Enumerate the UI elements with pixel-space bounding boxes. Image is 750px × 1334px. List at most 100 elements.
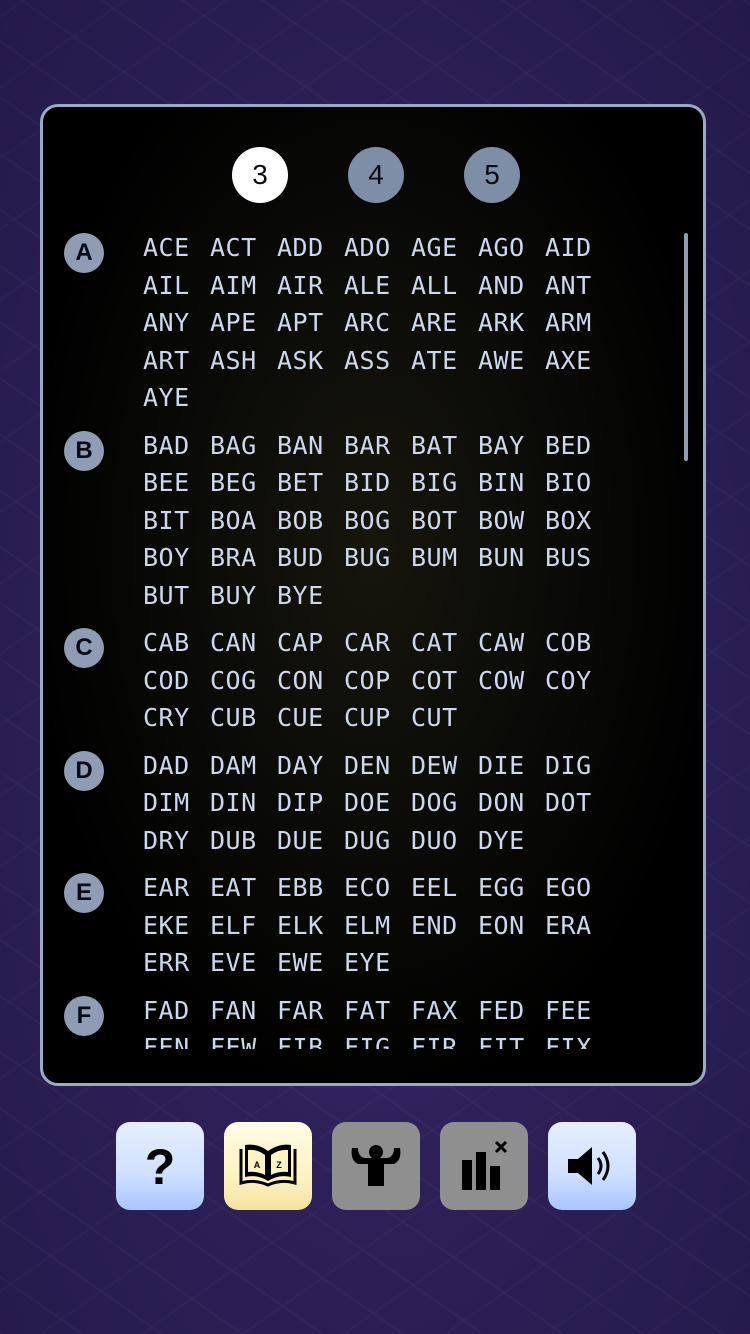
word-item[interactable]: EWE xyxy=(277,944,344,982)
word-item[interactable]: COW xyxy=(478,662,545,700)
scrollbar-thumb[interactable] xyxy=(684,233,688,461)
word-item[interactable]: ALE xyxy=(344,267,411,305)
word-item[interactable]: BUG xyxy=(344,539,411,577)
word-item[interactable]: BIT xyxy=(143,502,210,540)
word-item[interactable]: FAN xyxy=(210,992,277,1030)
word-item[interactable]: DUE xyxy=(277,822,344,860)
word-item[interactable]: BUY xyxy=(210,577,277,615)
word-item[interactable]: DRY xyxy=(143,822,210,860)
word-item[interactable]: BEG xyxy=(210,464,277,502)
word-item[interactable]: FAT xyxy=(344,992,411,1030)
word-item[interactable]: BAD xyxy=(143,427,210,465)
word-item[interactable]: FAD xyxy=(143,992,210,1030)
word-item[interactable]: BAR xyxy=(344,427,411,465)
word-item[interactable]: BIG xyxy=(411,464,478,502)
word-item[interactable]: AWE xyxy=(478,342,545,380)
word-item[interactable]: CUE xyxy=(277,699,344,737)
word-item[interactable]: ACE xyxy=(143,229,210,267)
word-item[interactable]: COG xyxy=(210,662,277,700)
word-item[interactable]: DEN xyxy=(344,747,411,785)
word-item[interactable]: BOY xyxy=(143,539,210,577)
word-item[interactable]: CAR xyxy=(344,624,411,662)
word-item[interactable]: DAM xyxy=(210,747,277,785)
word-item[interactable]: BOB xyxy=(277,502,344,540)
word-item[interactable]: ADD xyxy=(277,229,344,267)
word-item[interactable]: AXE xyxy=(545,342,612,380)
sound-button[interactable] xyxy=(548,1122,636,1210)
word-item[interactable]: ASK xyxy=(277,342,344,380)
word-item[interactable]: CUT xyxy=(411,699,478,737)
word-item[interactable]: BUS xyxy=(545,539,612,577)
word-item[interactable]: COT xyxy=(411,662,478,700)
word-item[interactable]: EVE xyxy=(210,944,277,982)
word-item[interactable]: FEE xyxy=(545,992,612,1030)
word-item[interactable]: BUN xyxy=(478,539,545,577)
word-item[interactable]: COD xyxy=(143,662,210,700)
word-item[interactable]: ELM xyxy=(344,907,411,945)
word-item[interactable]: EGO xyxy=(545,869,612,907)
word-item[interactable]: APT xyxy=(277,304,344,342)
word-item[interactable]: ASH xyxy=(210,342,277,380)
word-item[interactable]: CAP xyxy=(277,624,344,662)
word-item[interactable]: CAB xyxy=(143,624,210,662)
word-item[interactable]: EBB xyxy=(277,869,344,907)
stats-button[interactable] xyxy=(332,1122,420,1210)
word-item[interactable]: FEN xyxy=(143,1029,210,1049)
word-item[interactable]: ARC xyxy=(344,304,411,342)
word-item[interactable]: AND xyxy=(478,267,545,305)
word-item[interactable]: ARM xyxy=(545,304,612,342)
word-item[interactable]: ALL xyxy=(411,267,478,305)
word-item[interactable]: BOW xyxy=(478,502,545,540)
word-item[interactable]: AIR xyxy=(277,267,344,305)
word-item[interactable]: AGO xyxy=(478,229,545,267)
word-item[interactable]: BID xyxy=(344,464,411,502)
word-item[interactable]: DON xyxy=(478,784,545,822)
word-item[interactable]: FIR xyxy=(411,1029,478,1049)
word-list-scroll-area[interactable]: A ACE ACT ADD ADO AGE AGO AID AIL AIM AIR ALE ALL AND… xyxy=(43,229,663,1049)
word-item[interactable]: DOE xyxy=(344,784,411,822)
word-item[interactable]: BAN xyxy=(277,427,344,465)
word-item[interactable]: DUB xyxy=(210,822,277,860)
word-item[interactable]: ADO xyxy=(344,229,411,267)
word-item[interactable]: EAR xyxy=(143,869,210,907)
word-item[interactable]: FAX xyxy=(411,992,478,1030)
word-item[interactable]: FIT xyxy=(478,1029,545,1049)
word-item[interactable]: FIG xyxy=(344,1029,411,1049)
word-item[interactable]: CUB xyxy=(210,699,277,737)
word-item[interactable]: ECO xyxy=(344,869,411,907)
word-item[interactable]: BIN xyxy=(478,464,545,502)
word-item[interactable]: EEL xyxy=(411,869,478,907)
word-item[interactable]: ANY xyxy=(143,304,210,342)
word-item[interactable]: BUM xyxy=(411,539,478,577)
word-item[interactable]: FIX xyxy=(545,1029,612,1049)
word-item[interactable]: DIE xyxy=(478,747,545,785)
word-item[interactable]: DOT xyxy=(545,784,612,822)
word-item[interactable]: ERA xyxy=(545,907,612,945)
word-item[interactable]: AIL xyxy=(143,267,210,305)
word-item[interactable]: ART xyxy=(143,342,210,380)
word-item[interactable]: BAG xyxy=(210,427,277,465)
word-item[interactable]: CAN xyxy=(210,624,277,662)
word-item[interactable]: ATE xyxy=(411,342,478,380)
word-item[interactable]: BUT xyxy=(143,577,210,615)
word-item[interactable]: END xyxy=(411,907,478,945)
word-item[interactable]: BRA xyxy=(210,539,277,577)
word-item[interactable]: FAR xyxy=(277,992,344,1030)
word-item[interactable]: ELF xyxy=(210,907,277,945)
word-item[interactable]: DYE xyxy=(478,822,545,860)
word-item[interactable]: ASS xyxy=(344,342,411,380)
word-item[interactable]: CUP xyxy=(344,699,411,737)
word-item[interactable]: BOT xyxy=(411,502,478,540)
chart-button[interactable] xyxy=(440,1122,528,1210)
word-item[interactable]: ANT xyxy=(545,267,612,305)
word-item[interactable]: BAY xyxy=(478,427,545,465)
word-item[interactable]: BOX xyxy=(545,502,612,540)
word-item[interactable]: DIG xyxy=(545,747,612,785)
word-item[interactable]: DIP xyxy=(277,784,344,822)
word-item[interactable]: EGG xyxy=(478,869,545,907)
word-item[interactable]: BET xyxy=(277,464,344,502)
word-item[interactable]: COB xyxy=(545,624,612,662)
word-item[interactable]: FIB xyxy=(277,1029,344,1049)
word-item[interactable]: DIN xyxy=(210,784,277,822)
tab-length-5[interactable]: 5 xyxy=(464,147,520,203)
